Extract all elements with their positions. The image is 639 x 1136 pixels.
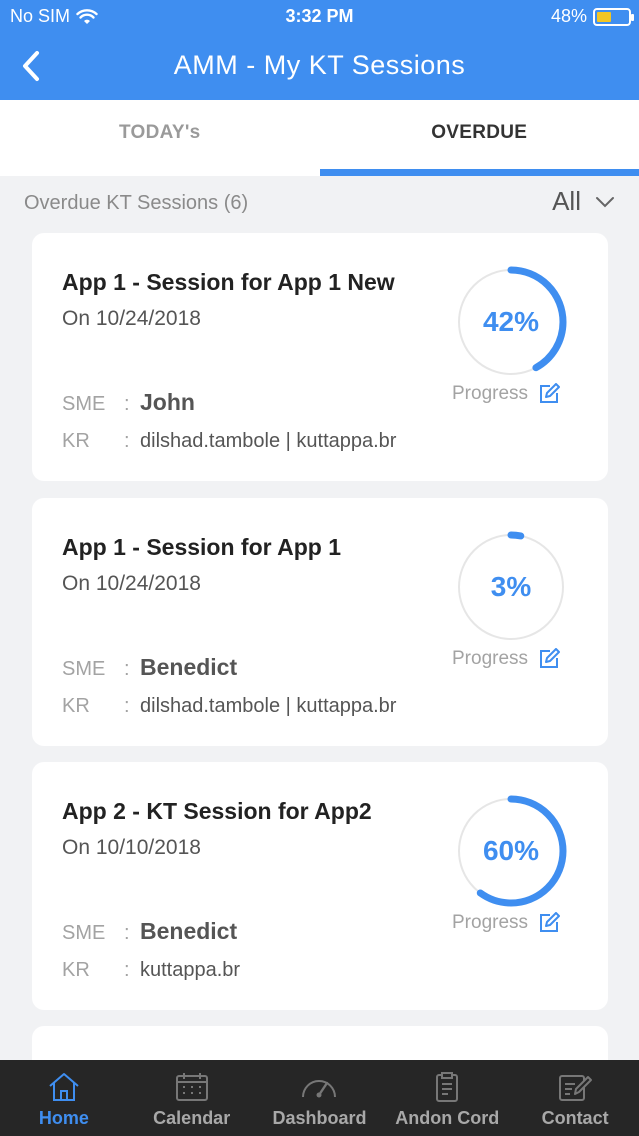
tab-overdue[interactable]: OVERDUE [319,100,639,176]
progress-edit[interactable]: Progress [452,912,561,934]
nav-label: Calendar [153,1108,231,1128]
nav-contact[interactable]: Contact [511,1060,639,1136]
filter-dropdown[interactable]: All [552,186,615,217]
edit-icon [540,383,561,403]
calendar-icon [175,1073,208,1101]
sme-separator: : [124,393,130,415]
kr-label: KR [62,695,90,717]
kr-row: KR : dilshad.tambole | kuttappa.br [62,430,396,453]
sme-row: SME : John [62,389,195,416]
session-card[interactable]: App 1 - Session for App 1 On 10/24/2018 … [32,498,608,746]
page-title: AMM - My KT Sessions [173,50,466,80]
sme-label: SME [62,922,106,944]
progress-ring: 60% [453,793,569,909]
session-title: App 1 - Session for App 1 [62,534,342,560]
session-card[interactable]: App 1 - Session for App 1 New On 10/24/2… [32,233,608,481]
nav-label: Dashboard [272,1108,367,1128]
battery-icon [593,7,634,26]
battery-percent: 48% [550,6,587,26]
sme-separator: : [124,922,130,944]
tab-today[interactable]: TODAY's [0,100,320,176]
nav-calendar[interactable]: Calendar [128,1060,256,1136]
nav-home[interactable]: Home [0,1060,128,1136]
sme-value: Benedict [140,918,238,944]
sme-row: SME : Benedict [62,918,237,945]
progress-label: Progress [452,912,529,933]
progress-label: Progress [452,648,529,669]
session-date: On 10/24/2018 [62,307,201,330]
nav-andon-cord[interactable]: Andon Cord [383,1060,511,1136]
nav-label: Contact [541,1108,609,1128]
nav-dashboard[interactable]: Dashboard [256,1060,384,1136]
edit-icon [540,912,561,932]
section-header: Overdue KT Sessions (6) All [0,176,639,232]
sme-label: SME [62,658,106,680]
clipboard-icon [436,1072,459,1102]
kr-separator: : [124,695,130,717]
nav-label: Andon Cord [395,1108,500,1128]
edit-icon [540,648,561,668]
session-card[interactable]: App 2 - KT Session for App2 On 10/10/201… [32,762,608,1010]
nav-label: Home [38,1108,89,1128]
bottom-nav: Home Calendar Dashboard Andon Cord Conta… [0,1060,639,1136]
home-icon [49,1073,79,1101]
kr-separator: : [124,430,130,452]
progress-edit[interactable]: Progress [452,383,561,405]
kr-separator: : [124,959,130,981]
filter-value: All [552,186,581,216]
section-label: Overdue KT Sessions (6) [24,192,249,214]
kr-value: kuttappa.br [140,959,241,981]
sme-value: Benedict [140,654,238,680]
sme-label: SME [62,393,106,415]
kr-row: KR : kuttappa.br [62,959,240,982]
progress-label: Progress [452,383,529,404]
kr-row: KR : dilshad.tambole | kuttappa.br [62,695,396,718]
session-date: On 10/24/2018 [62,572,201,595]
status-right: 48% [550,6,634,27]
progress-ring: 3% [453,529,569,645]
nav-row: AMM - My KT Sessions [0,36,639,96]
edit-note-icon [559,1075,593,1101]
status-bar: No SIM 3:32 PM 48% [0,0,639,34]
progress-ring: 42% [453,264,569,380]
chevron-down-icon [596,196,614,207]
sme-row: SME : Benedict [62,654,237,681]
kr-value: dilshad.tambole | kuttappa.br [140,430,397,452]
kr-value: dilshad.tambole | kuttappa.br [140,695,397,717]
session-title: App 1 - Session for App 1 New [62,269,395,295]
progress-percent: 3% [490,571,532,602]
status-time: 3:32 PM [285,6,354,26]
sme-value: John [140,389,195,415]
kr-label: KR [62,430,90,452]
progress-percent: 60% [482,835,540,866]
kr-label: KR [62,959,90,981]
session-title: App 2 - KT Session for App2 [62,798,372,824]
progress-percent: 42% [482,306,540,337]
progress-edit[interactable]: Progress [452,648,561,670]
sme-separator: : [124,658,130,680]
gauge-icon [302,1080,337,1098]
tab-bar: TODAY's OVERDUE [0,100,639,176]
session-date: On 10/10/2018 [62,836,201,859]
app-header: No SIM 3:32 PM 48% AMM - My KT Sessions [0,0,639,100]
